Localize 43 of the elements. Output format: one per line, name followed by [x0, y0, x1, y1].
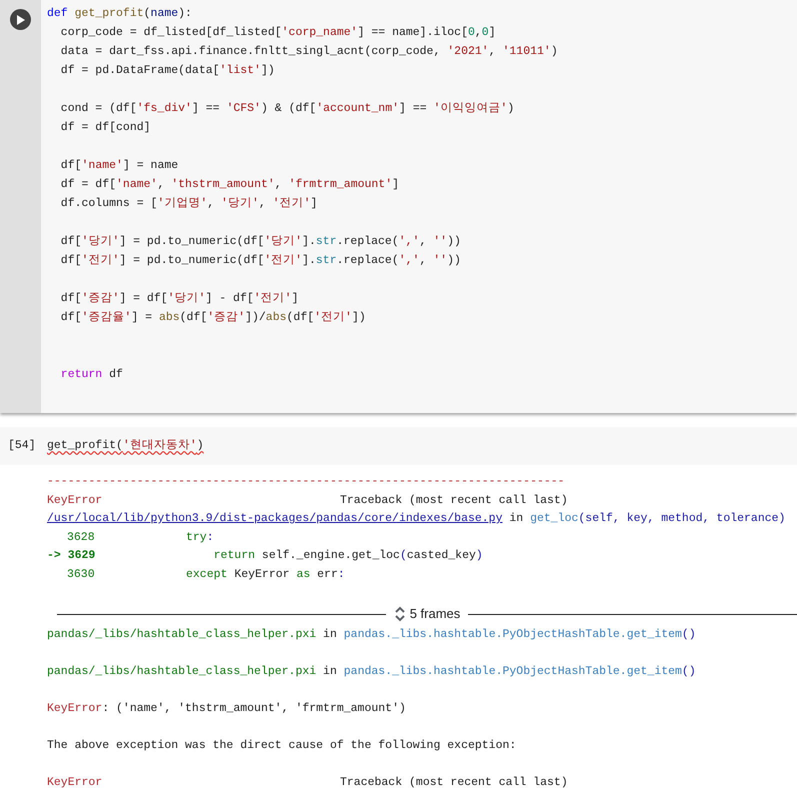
file-path-link[interactable]: /usr/local/lib/python3.9/dist-packages/pandas/core/indexes/base.py [47, 510, 502, 528]
line-number: -> 3629 [47, 549, 96, 562]
code-line: return df [60, 367, 123, 383]
traceback-label: Traceback (most recent call last) [340, 492, 568, 508]
error-type: KeyError [47, 700, 102, 716]
error-type: KeyError [47, 492, 104, 508]
error-message: : ('name', 'thstrm_amount', 'frmtrm_amount') [102, 700, 406, 716]
line-number: 3630 [67, 568, 95, 580]
file-path: pandas/_libs/hashtable_class_helper.pxi [47, 626, 316, 642]
code-line: corp_code = df_listed[df_listed['corp_name'] == name].iloc[0,0] [60, 25, 496, 41]
code-line: df['전기'] = pd.to_numeric(df['전기'].str.replace(',', '')) [60, 253, 461, 269]
execution-count: [54] [7, 438, 37, 454]
run-button[interactable] [10, 9, 31, 30]
code-line: df = pd.DataFrame(data['list']) [60, 63, 275, 79]
frames-toggle-button[interactable]: 5 frames [394, 604, 460, 624]
file-path: pandas/_libs/hashtable_class_helper.pxi [47, 664, 316, 680]
in-keyword: in [508, 511, 524, 527]
function-call: get_loc(self, key, method, tolerance) [530, 511, 786, 527]
in-keyword: in [322, 626, 338, 642]
code-line: df = df[cond] [60, 120, 151, 136]
code-line: cond = (df['fs_div'] == 'CFS') & (df['account_nm'] == '이익잉여금') [60, 101, 514, 117]
code-line: get_profit('현대자동차') [47, 438, 204, 454]
code-line: data = dart_fss.api.finance.fnltt_singl_acnt(corp_code, '2021', '11011') [60, 44, 558, 60]
expand-collapse-icon [394, 605, 406, 623]
output-text: The above exception was the direct cause of the following exception: [47, 738, 518, 754]
code-line: df = df['name', 'thstrm_amount', 'frmtrm_amount'] [60, 177, 400, 193]
function-call: pandas._libs.hashtable.PyObjectHashTable.get_item() [344, 664, 696, 680]
separator-dashes: --------------------------------------------------------------------------- [47, 474, 565, 490]
code-line: df['name'] = name [60, 158, 178, 174]
code-line: df['증감율'] = abs(df['증감'])/abs(df['전기']) [60, 310, 366, 326]
error-type: KeyError [47, 774, 104, 788]
code-line: df.columns = ['기업명', '당기', '전기'] [60, 196, 318, 212]
code-line: df['당기'] = pd.to_numeric(df['당기'].str.replace(',', '')) [60, 234, 461, 250]
function-call: pandas._libs.hashtable.PyObjectHashTable.get_item() [344, 626, 696, 642]
in-keyword: in [322, 664, 338, 680]
source-line: try: [186, 530, 214, 546]
code-line: df['증감'] = df['당기'] - df['전기'] [60, 291, 298, 307]
source-line: except KeyError as err: [186, 566, 345, 582]
play-icon [16, 14, 24, 24]
line-number: 3628 [67, 530, 95, 544]
code-line: def get_profit(name): [47, 6, 192, 22]
source-line: return self._engine.get_loc(casted_key) [212, 548, 483, 564]
traceback-label: Traceback (most recent call last) [340, 774, 568, 788]
